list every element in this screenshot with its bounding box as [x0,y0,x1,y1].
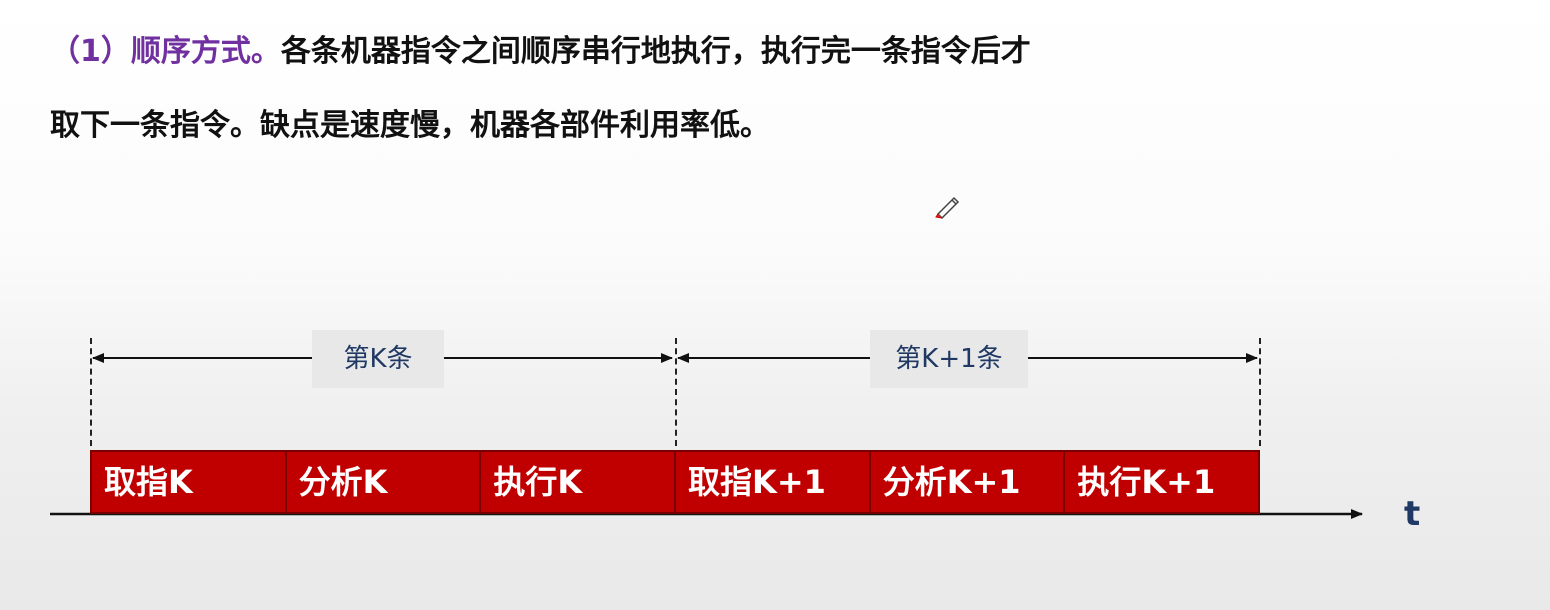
stage-execute-k: 执行K [481,452,677,512]
stage-decode-k: 分析K [287,452,482,512]
stage-decode-k1: 分析K+1 [871,452,1066,512]
stage-execute-k1: 执行K+1 [1077,463,1216,501]
diagram-lines [50,353,1363,519]
time-axis-label: t [1404,494,1421,534]
span-label-k: 第K条 [312,330,444,388]
stage-fetch-k: 取指K [92,452,287,512]
stage-fetch-k1: 取指K+1 [676,452,871,512]
span-label-k-plus-1: 第K+1条 [870,330,1028,388]
instruction-stage-bar: 取指K 分析K 执行K 取指K+1 分析K+1 执行K+1 [90,450,1260,514]
